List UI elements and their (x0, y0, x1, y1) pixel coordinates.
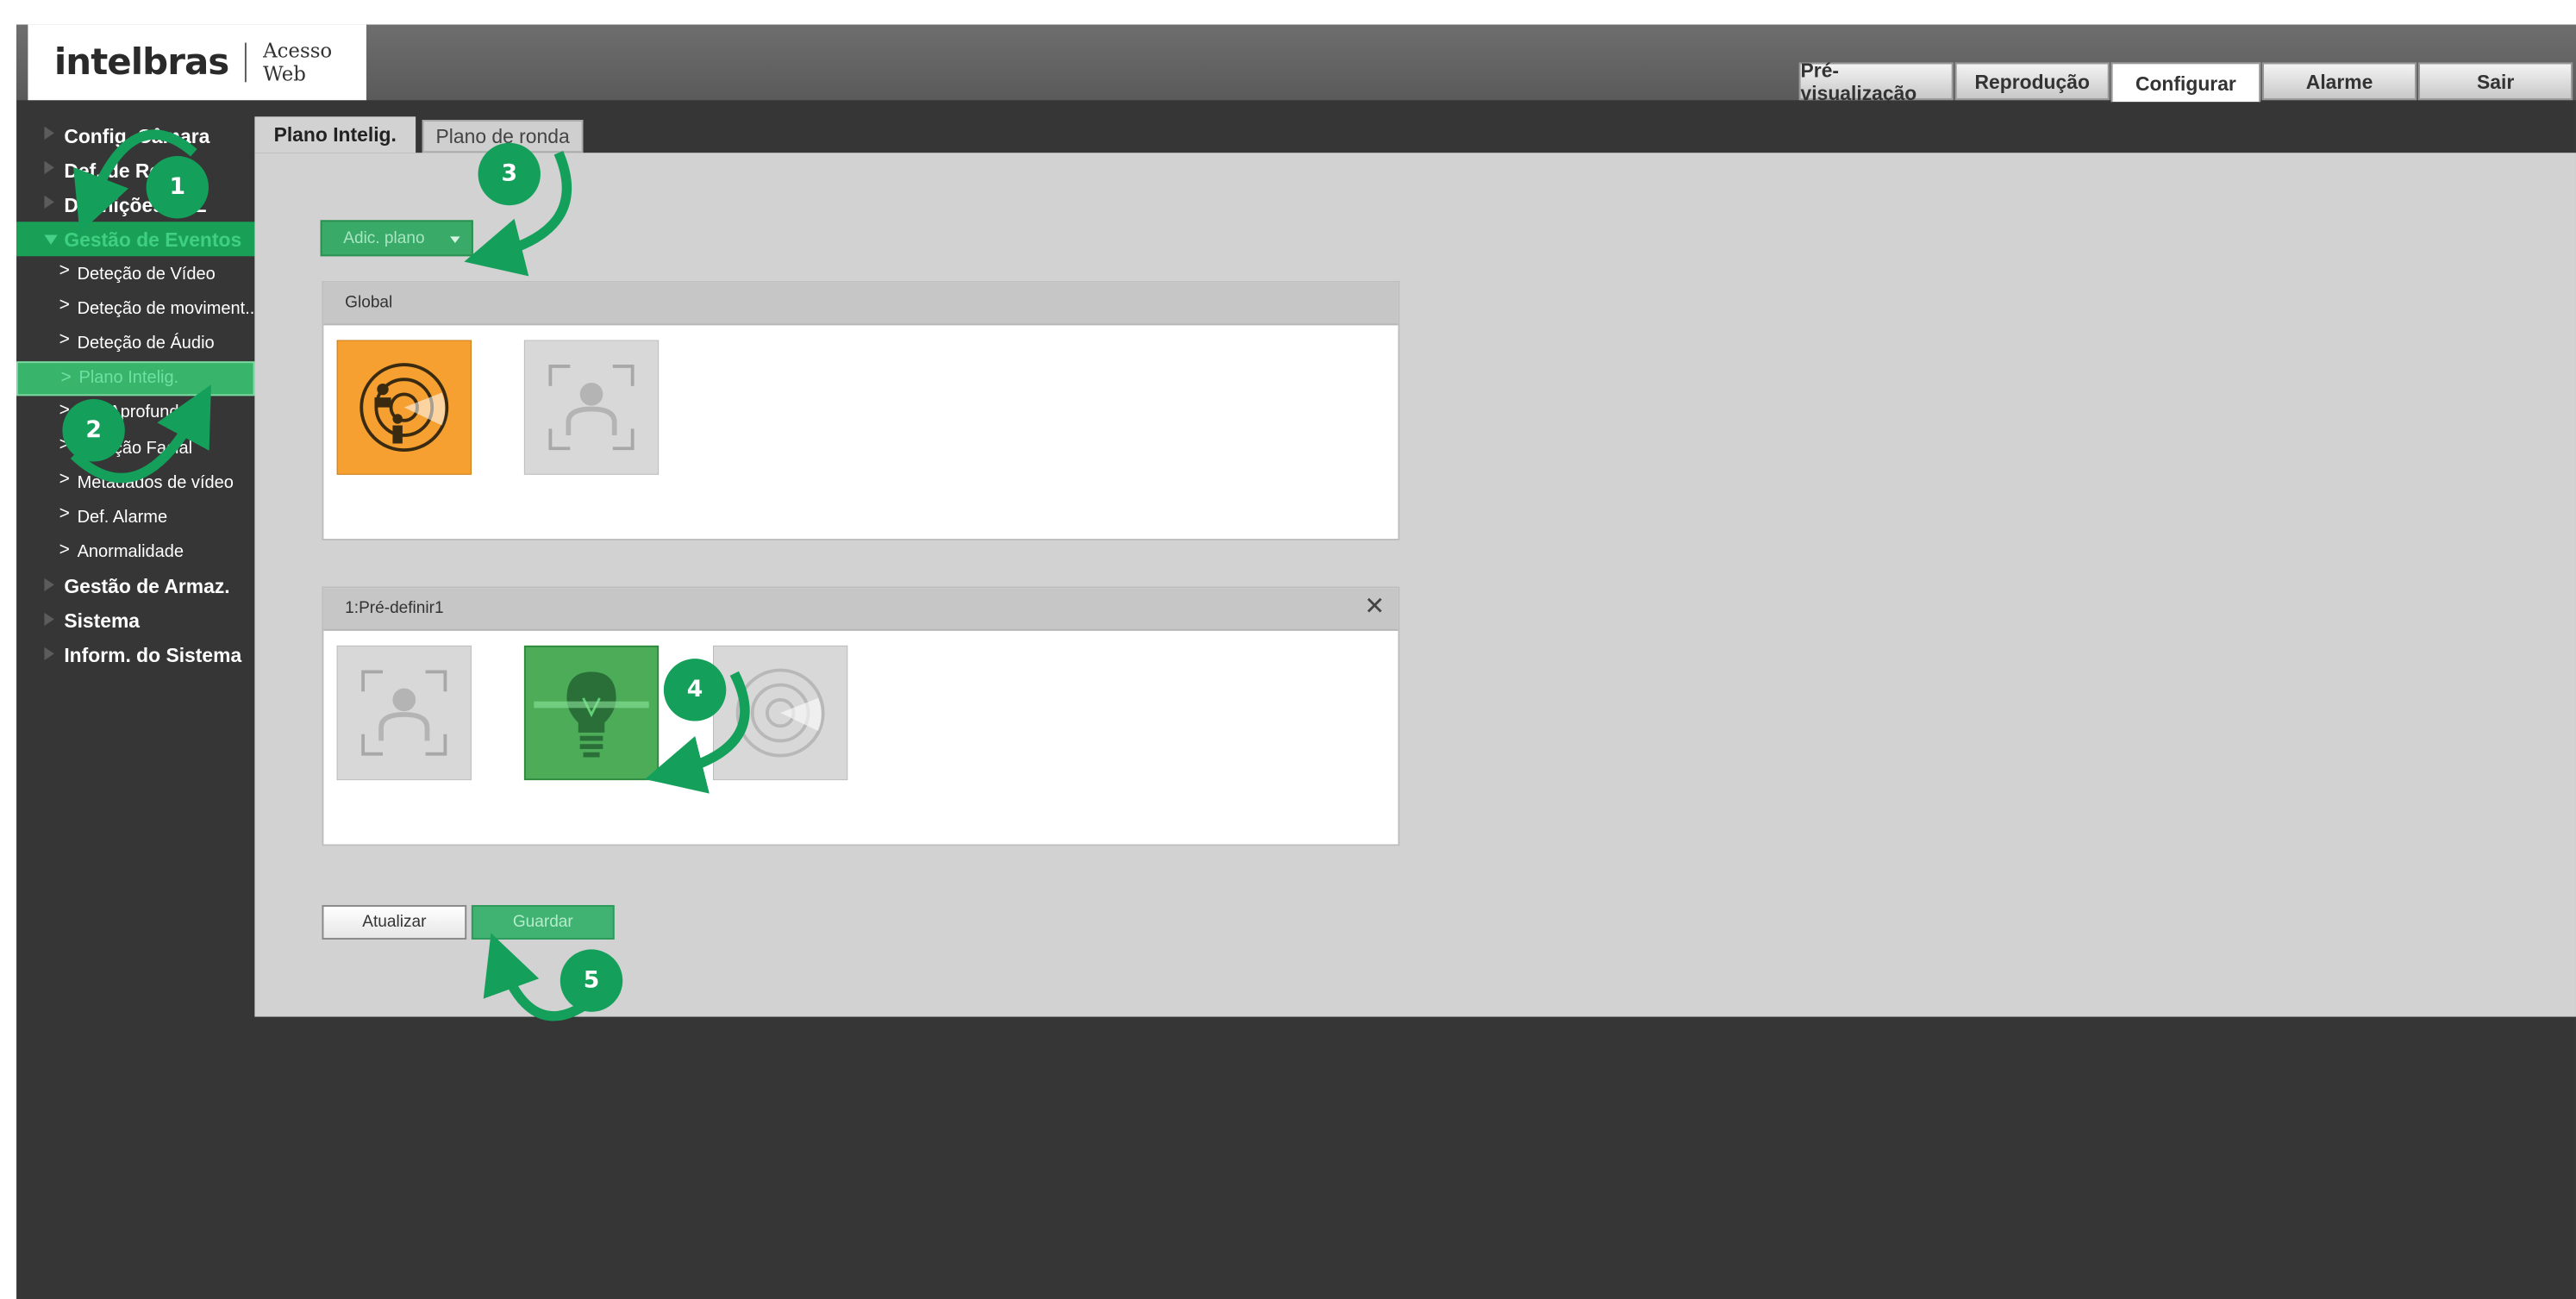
smart-plan-content: Adic. plano Global 1:Pré-definir1 ✕ Atua… (254, 153, 2576, 1017)
sidebar-item-label: Metadados de vídeo (77, 472, 234, 493)
step-badge-1: 1 (146, 156, 209, 219)
nav-configure-button[interactable]: Configurar (2110, 62, 2261, 103)
preset-plan-panel: 1:Pré-definir1 ✕ (322, 586, 1400, 846)
step-badge-3: 3 (478, 142, 541, 206)
sidebar-section-camera[interactable]: Config. Câmara (16, 118, 254, 153)
brand-name: intelbras (53, 41, 229, 84)
sidebar-item-video-detection[interactable]: > Deteção de Vídeo (16, 256, 254, 290)
sidebar-section-events[interactable]: Gestão de Eventos (16, 222, 255, 257)
step-badge-4: 4 (663, 659, 727, 721)
nav-playback-button[interactable]: Reprodução (1954, 62, 2110, 101)
global-panel-header: Global (323, 282, 1398, 326)
screenshot-stage: intelbras Acesso Web Pré-visualização Re… (0, 0, 2576, 1299)
tab-smart-plan[interactable]: Plano Intelig. (254, 116, 416, 153)
sidebar-item-label: Plano Intelig. (78, 368, 179, 389)
expand-arrow-icon (44, 126, 54, 140)
sidebar-item-alarm-settings[interactable]: > Def. Alarme (16, 500, 254, 534)
sidebar-section-network[interactable]: Def. de Rede (16, 153, 254, 187)
chevron-right-icon: > (59, 504, 70, 525)
preset-panel-title: 1:Pré-definir1 (345, 599, 444, 618)
chevron-right-icon: > (59, 330, 70, 351)
expand-arrow-icon (44, 195, 54, 209)
expand-arrow-icon (44, 612, 54, 626)
sidebar-item-face-detection[interactable]: > Deteção Facial (16, 430, 254, 465)
preset-panel-header: 1:Pré-definir1 ✕ (323, 588, 1398, 631)
add-plan-dropdown[interactable]: Adic. plano (320, 220, 473, 257)
chevron-right-icon: > (59, 470, 70, 490)
face-detection-icon[interactable] (336, 645, 472, 781)
sidebar-item-video-metadata[interactable]: > Metadados de vídeo (16, 465, 254, 500)
content-tabs: Plano Intelig. Plano de ronda (254, 116, 590, 153)
sidebar-item-smart-plan[interactable]: > Plano Intelig. (16, 360, 255, 396)
sidebar-item-audio-detection[interactable]: > Deteção de Áudio (16, 326, 254, 360)
sidebar-item-label: Deteção de moviment... (77, 298, 255, 319)
sidebar-item-ivs[interactable]: > IVS Aprofundado (16, 396, 254, 430)
close-icon[interactable]: ✕ (1364, 594, 1385, 621)
sidebar-section-storage[interactable]: Gestão de Armaz. (16, 570, 254, 604)
refresh-button[interactable]: Atualizar (322, 904, 467, 940)
web-app-window: intelbras Acesso Web Pré-visualização Re… (16, 24, 2576, 1299)
sidebar-menu: Config. Câmara Def. de Rede Definições P… (16, 118, 255, 673)
nav-preview-button[interactable]: Pré-visualização (1798, 59, 1954, 104)
collapse-arrow-icon (44, 234, 58, 245)
brand-subtitle: Acesso Web (263, 39, 333, 86)
sidebar-item-abnormality[interactable]: > Anormalidade (16, 534, 254, 569)
chevron-right-icon: > (60, 367, 72, 387)
expand-arrow-icon (44, 646, 54, 660)
face-detection-icon[interactable] (523, 340, 660, 475)
sidebar-section-label: Gestão de Eventos (64, 227, 242, 251)
sidebar-section-label: Sistema (64, 609, 141, 634)
sidebar-section-system[interactable]: Sistema (16, 604, 254, 639)
sidebar-item-label: Anormalidade (77, 542, 184, 562)
sidebar-section-system-info[interactable]: Inform. do Sistema (16, 639, 254, 673)
nav-exit-button[interactable]: Sair (2418, 62, 2573, 101)
sidebar-section-ptz[interactable]: Definições PTZ (16, 187, 254, 222)
brand-logo: intelbras Acesso Web (28, 24, 366, 101)
global-plan-panel: Global (322, 280, 1400, 540)
sidebar-section-label: Inform. do Sistema (64, 644, 242, 668)
save-button[interactable]: Guardar (471, 904, 615, 940)
sidebar-section-label: Config. Câmara (64, 123, 210, 147)
global-panel-title: Global (345, 294, 393, 313)
top-header: intelbras Acesso Web Pré-visualização Re… (16, 24, 2576, 104)
ivs-radar-icon[interactable] (336, 340, 472, 475)
sidebar-item-label: Def. Alarme (77, 507, 168, 528)
sidebar-section-label: Gestão de Armaz. (64, 575, 230, 598)
sidebar-item-motion-detection[interactable]: > Deteção de moviment... (16, 291, 255, 326)
expand-arrow-icon (44, 160, 54, 174)
ivs-radar-icon[interactable] (713, 645, 848, 781)
sidebar-item-label: Deteção de Áudio (77, 333, 215, 353)
expand-arrow-icon (44, 578, 54, 591)
step-badge-2: 2 (62, 399, 125, 462)
dropdown-caret-icon (450, 236, 460, 244)
nav-alarm-button[interactable]: Alarme (2262, 62, 2417, 101)
logo-divider (245, 42, 247, 83)
light-bulb-icon[interactable] (523, 645, 660, 781)
top-navigation: Pré-visualização Reprodução Configurar A… (1798, 59, 2573, 104)
chevron-right-icon: > (59, 539, 70, 559)
chevron-right-icon: > (59, 260, 70, 281)
chevron-right-icon: > (59, 296, 70, 316)
step-badge-5: 5 (560, 949, 623, 1012)
add-plan-label: Adic. plano (343, 228, 425, 247)
sidebar-item-label: Deteção de Vídeo (77, 264, 216, 284)
